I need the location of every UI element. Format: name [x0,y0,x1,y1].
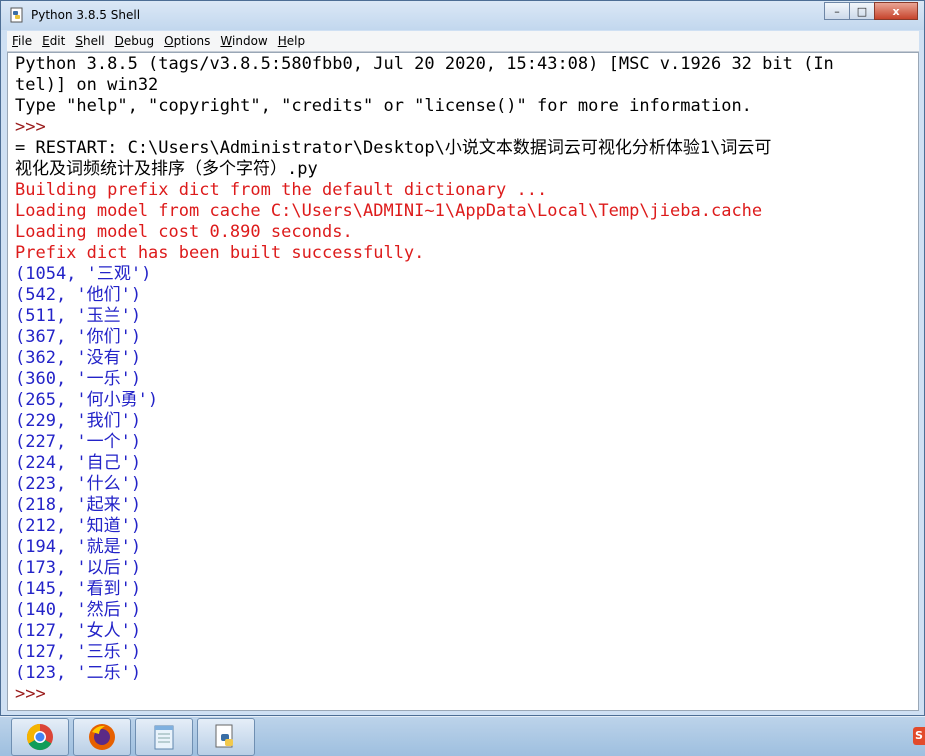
python-idle-app-icon [10,7,23,23]
taskbar: S [0,716,925,756]
chrome-icon [26,723,53,751]
shell-line: Loading model cost 0.890 seconds. [15,222,353,242]
menu-help[interactable]: Help [273,34,310,48]
close-button[interactable]: x [874,2,918,20]
shell-line: (360, '一乐') [15,369,142,389]
shell-line: 视化及词频统计及排序（多个字符）.py [15,159,318,179]
shell-line: (127, '三乐') [15,642,142,662]
menu-file[interactable]: File [7,34,37,48]
shell-line: Loading model from cache C:\Users\ADMINI… [15,201,763,221]
shell-line: (229, '我们') [15,411,142,431]
close-icon: x [892,4,900,18]
menu-debug[interactable]: Debug [110,34,159,48]
shell-prompt: >>> [15,117,46,137]
shell-line: (140, '然后') [15,600,142,620]
shell-line: (1054, '三观') [15,264,152,284]
window-title: Python 3.8.5 Shell [31,8,141,22]
shell-line: (265, '何小勇') [15,390,159,410]
shell-line: Building prefix dict from the default di… [15,180,548,200]
firefox-icon [89,724,115,750]
menu-shell[interactable]: Shell [70,34,109,48]
shell-line: (224, '自己') [15,453,142,473]
maximize-button[interactable]: □ [849,2,875,20]
python-idle-icon [215,724,233,748]
taskbar-notepad-button[interactable] [135,718,193,756]
shell-line: (127, '女人') [15,621,142,641]
shell-output: Python 3.8.5 (tags/v3.8.5:580fbb0, Jul 2… [15,54,834,705]
shell-line: (542, '他们') [15,285,142,305]
shell-text-area[interactable]: Python 3.8.5 (tags/v3.8.5:580fbb0, Jul 2… [7,52,919,711]
menu-window[interactable]: Window [215,34,272,48]
shell-line: (511, '玉兰') [15,306,142,326]
shell-line: Python 3.8.5 (tags/v3.8.5:580fbb0, Jul 2… [15,54,834,74]
idle-shell-window: Python 3.8.5 Shell – □ x File Edit Shell De… [0,0,925,716]
taskbar-python-idle-button[interactable] [197,718,255,756]
taskbar-firefox-button[interactable] [73,718,131,756]
minimize-button[interactable]: – [824,2,850,20]
minimize-icon: – [834,4,840,18]
shell-line: (227, '一个') [15,432,142,452]
title-bar[interactable]: Python 3.8.5 Shell – □ x [1,1,924,30]
maximize-icon: □ [856,4,868,18]
notepad-icon [154,725,174,750]
taskbar-chrome-button[interactable] [11,718,69,756]
shell-line: (367, '你们') [15,327,142,347]
shell-line: tel)] on win32 [15,75,159,95]
shell-line: (194, '就是') [15,537,142,557]
shell-line: Type "help", "copyright", "credits" or "… [15,96,752,116]
shell-line: (223, '什么') [15,474,142,494]
shell-line: Prefix dict has been built successfully. [15,243,425,263]
menu-bar: File Edit Shell Debug Options Window Help [7,31,919,52]
tray-sogou-icon[interactable]: S [913,727,925,745]
shell-line: = RESTART: C:\Users\Administrator\Deskto… [15,138,772,158]
shell-line: (173, '以后') [15,558,142,578]
shell-line: (218, '起来') [15,495,142,515]
shell-line: (362, '没有') [15,348,142,368]
shell-prompt: >>> [15,684,46,704]
menu-edit[interactable]: Edit [37,34,70,48]
menu-options[interactable]: Options [159,34,215,48]
shell-line: (212, '知道') [15,516,142,536]
shell-line: (123, '二乐') [15,663,142,683]
shell-line: (145, '看到') [15,579,142,599]
